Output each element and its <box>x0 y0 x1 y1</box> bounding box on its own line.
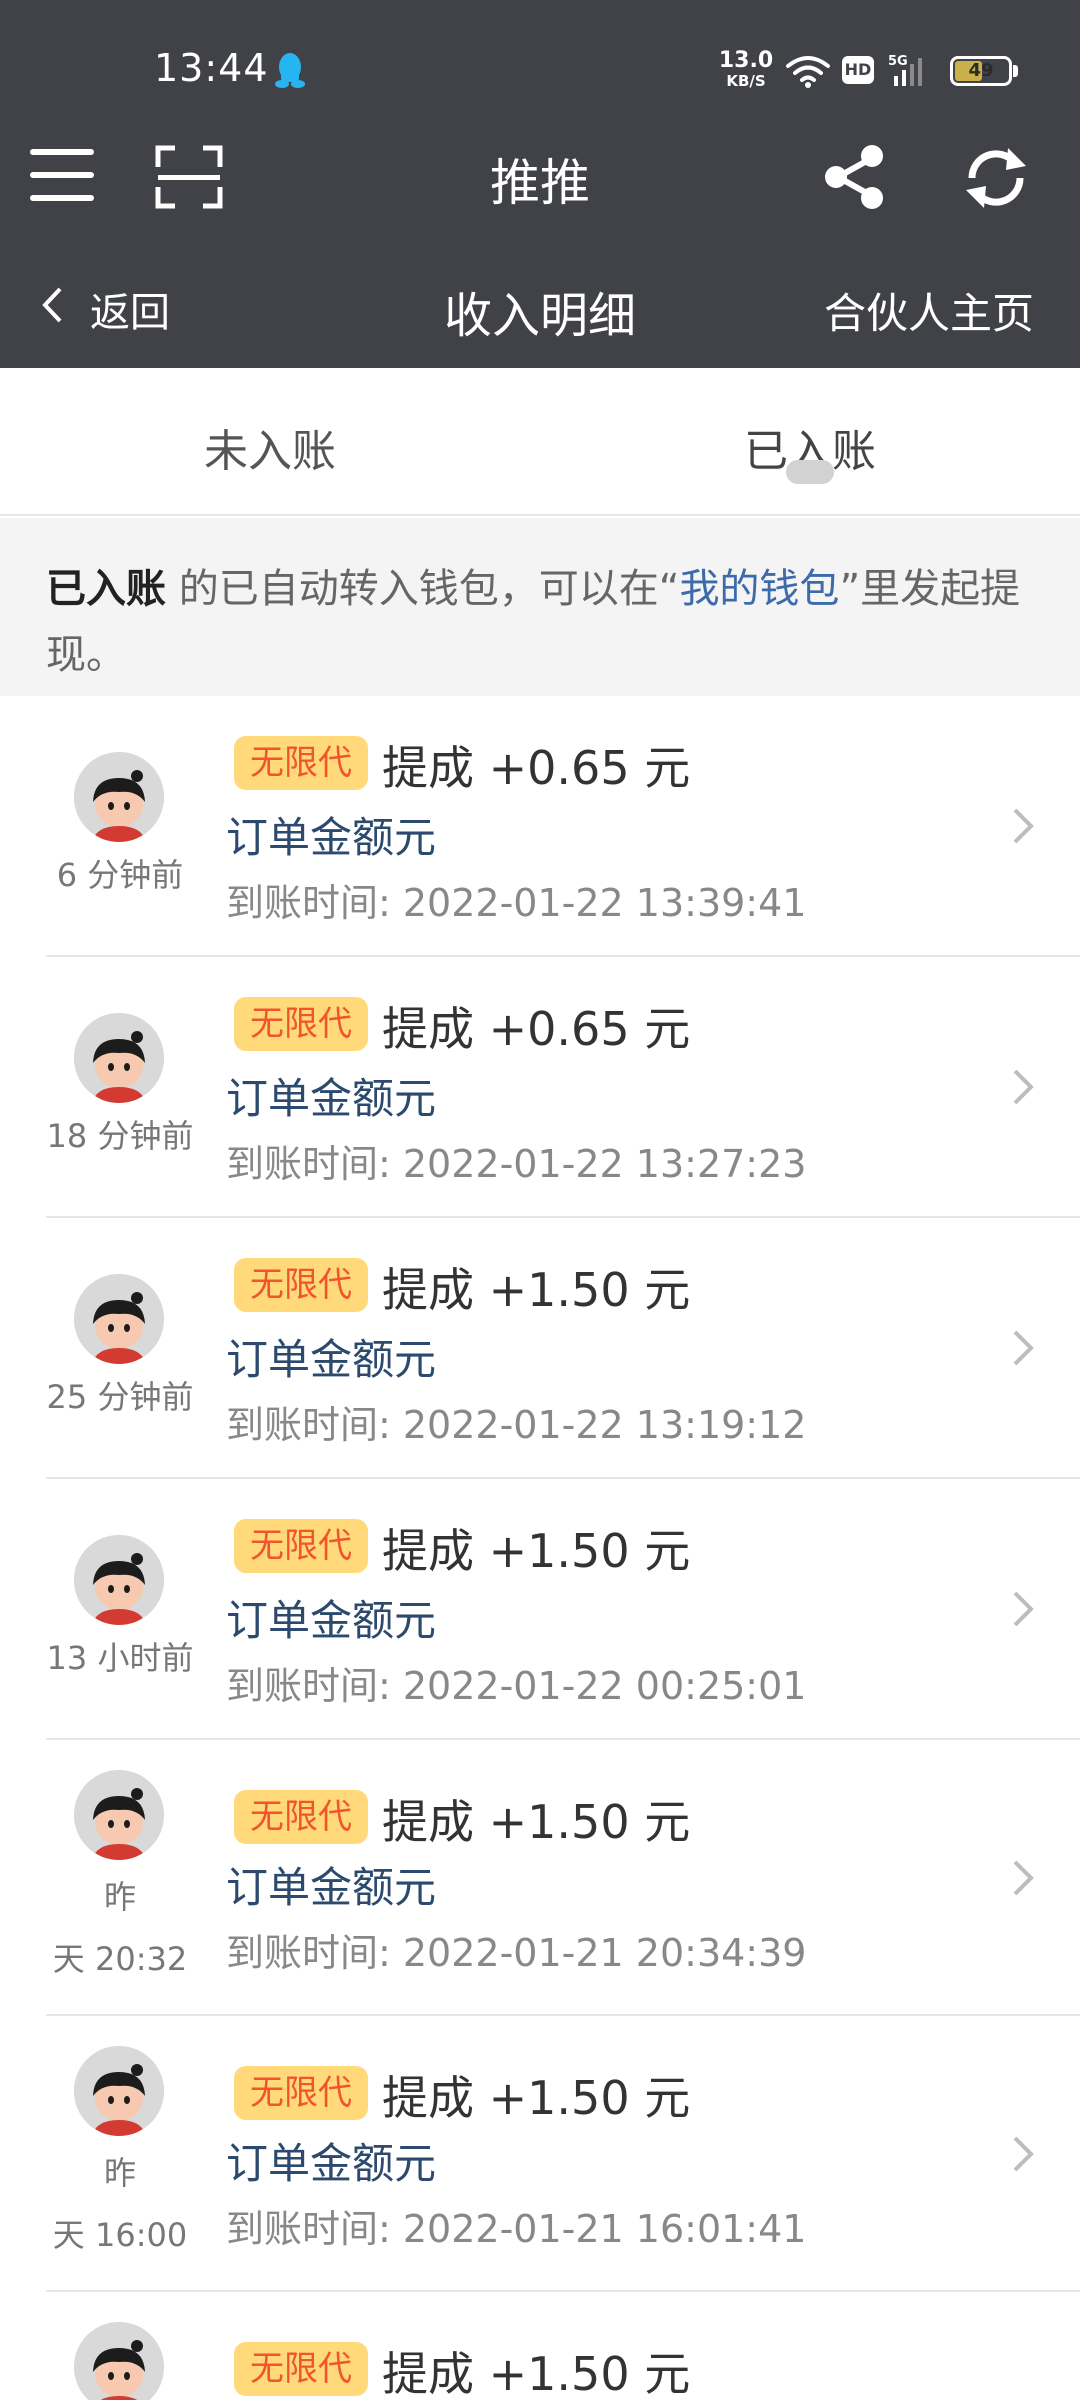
avatar <box>74 2046 164 2136</box>
signal-5g-label: 5G <box>888 54 908 69</box>
battery-tip <box>1013 65 1018 77</box>
arrival-time: 到账时间: 2022-01-21 16:01:41 <box>226 2207 807 2251</box>
chevron-right-icon <box>1013 2136 1034 2172</box>
time-ago: 25 分钟前 <box>46 1378 194 1416</box>
battery-level: 49 <box>968 60 994 81</box>
list-item[interactable]: 昨 天 16:00 无限代 提成 +1.50 元 订单金额元 到账时间: 202… <box>0 2016 1080 2292</box>
list-item[interactable]: 6 分钟前 无限代 提成 +0.65 元 订单金额元 到账时间: 2022-01… <box>0 696 1080 957</box>
tier-badge: 无限代 <box>234 1790 368 1844</box>
partner-home-link[interactable]: 合伙人主页 <box>824 280 1034 341</box>
tab-unposted[interactable]: 未入账 <box>204 415 336 479</box>
avatar <box>74 2322 164 2400</box>
order-amount-label: 订单金额元 <box>226 813 437 862</box>
list-item[interactable]: 昨 天 20:32 无限代 提成 +1.50 元 订单金额元 到账时间: 202… <box>0 1740 1080 2016</box>
chevron-right-icon <box>1013 1860 1034 1896</box>
time-ago-line2: 天 16:00 <box>52 2216 188 2254</box>
order-amount-label: 订单金额元 <box>226 1596 437 1645</box>
chevron-right-icon <box>1013 1591 1034 1627</box>
chevron-right-icon <box>1013 1069 1034 1105</box>
tier-badge: 无限代 <box>234 2066 368 2120</box>
notice-banner: 已入账 的已自动转入钱包，可以在“我的钱包”里发起提现。 <box>0 518 1080 696</box>
commission-amount: 提成 +1.50 元 <box>382 1524 691 1578</box>
time-ago-line1: 昨 <box>103 2154 136 2192</box>
avatar <box>74 1013 164 1103</box>
time-ago: 6 分钟前 <box>56 856 184 894</box>
order-amount-label: 订单金额元 <box>226 2139 437 2188</box>
commission-amount: 提成 +1.50 元 <box>382 2071 691 2125</box>
commission-amount: 提成 +1.50 元 <box>382 1263 691 1317</box>
refresh-icon[interactable] <box>958 140 1034 216</box>
arrival-time: 到账时间: 2022-01-22 13:27:23 <box>226 1142 807 1186</box>
arrival-time: 到账时间: 2022-01-22 13:39:41 <box>226 881 807 925</box>
order-amount-label: 订单金额元 <box>226 1863 437 1912</box>
my-wallet-link[interactable]: 我的钱包 <box>679 566 839 612</box>
chevron-right-icon <box>1013 808 1034 844</box>
time-ago-line2: 天 20:32 <box>52 1940 188 1978</box>
tier-badge: 无限代 <box>234 2342 368 2396</box>
order-amount-label: 订单金额元 <box>226 1335 437 1384</box>
share-icon[interactable] <box>820 142 890 212</box>
commission-amount: 提成 +0.65 元 <box>382 741 691 795</box>
order-amount-label: 订单金额元 <box>226 1074 437 1123</box>
avatar <box>74 1535 164 1625</box>
wifi-icon <box>786 56 830 88</box>
active-tab-indicator <box>786 460 834 484</box>
status-time: 13:44 <box>154 46 269 90</box>
qq-penguin-icon <box>275 53 305 88</box>
tier-badge: 无限代 <box>234 1258 368 1312</box>
battery-indicator: 49 <box>950 56 1012 86</box>
commission-amount: 提成 +1.50 元 <box>382 2347 691 2400</box>
commission-amount: 提成 +0.65 元 <box>382 1002 691 1056</box>
notice-text: 的已自动转入钱包，可以在“ <box>166 566 680 612</box>
commission-amount: 提成 +1.50 元 <box>382 1795 691 1849</box>
app-title: 推推 <box>490 154 590 212</box>
hd-badge: HD <box>842 56 874 84</box>
tier-badge: 无限代 <box>234 1519 368 1573</box>
network-speed-value: 13.0 <box>718 48 774 73</box>
chevron-right-icon <box>1013 1330 1034 1366</box>
list-item[interactable]: 13 小时前 无限代 提成 +1.50 元 订单金额元 到账时间: 2022-0… <box>0 1479 1080 1740</box>
arrival-time: 到账时间: 2022-01-22 13:19:12 <box>226 1403 807 1447</box>
avatar <box>74 1274 164 1364</box>
network-speed: 13.0 KB/S <box>718 50 774 89</box>
time-ago: 18 分钟前 <box>46 1117 194 1155</box>
avatar <box>74 752 164 842</box>
list-item[interactable]: 25 分钟前 无限代 提成 +1.50 元 订单金额元 到账时间: 2022-0… <box>0 1218 1080 1479</box>
network-speed-unit: KB/S <box>726 72 766 90</box>
tier-badge: 无限代 <box>234 997 368 1051</box>
time-ago-line1: 昨 <box>103 1878 136 1916</box>
list-item[interactable]: 18 分钟前 无限代 提成 +0.65 元 订单金额元 到账时间: 2022-0… <box>0 957 1080 1218</box>
arrival-time: 到账时间: 2022-01-22 00:25:01 <box>226 1664 807 1708</box>
tab-bar <box>0 368 1080 516</box>
tier-badge: 无限代 <box>234 736 368 790</box>
avatar <box>74 1770 164 1860</box>
time-ago: 13 小时前 <box>46 1639 194 1677</box>
notice-bold-prefix: 已入账 <box>46 566 166 612</box>
signal-5g-icon: 5G <box>888 54 922 86</box>
arrival-time: 到账时间: 2022-01-21 20:34:39 <box>226 1931 807 1975</box>
list-item[interactable]: 无限代 提成 +1.50 元 <box>0 2292 1080 2400</box>
